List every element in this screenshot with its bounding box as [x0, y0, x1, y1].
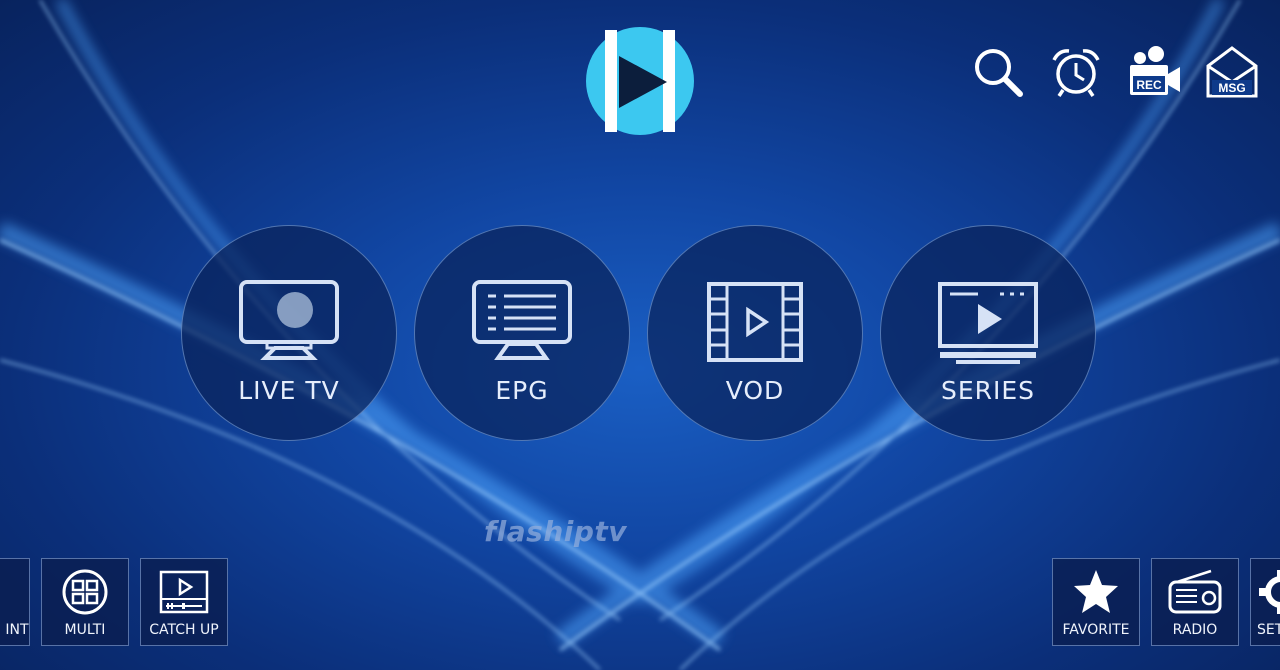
account-label: INT: [5, 622, 29, 638]
tv-icon: [239, 280, 339, 360]
series-button[interactable]: SERIES: [880, 225, 1096, 441]
brand-watermark: flashiptv: [484, 515, 628, 548]
account-user-icon: [0, 568, 10, 616]
record-camera-icon: REC: [1130, 46, 1180, 95]
msg-badge: MSG: [1218, 81, 1245, 95]
radio-icon: [1168, 569, 1222, 614]
catch-up-tile[interactable]: CATCH UP: [140, 558, 228, 646]
epg-list-icon: [472, 280, 572, 360]
search-icon: [975, 49, 1023, 97]
envelope-icon: MSG: [1206, 46, 1258, 98]
radio-label: RADIO: [1172, 622, 1218, 638]
multi-label: MULTI: [64, 622, 106, 638]
star-icon: [1074, 570, 1118, 613]
live-tv-label: LIVE TV: [238, 376, 340, 405]
radio-tile[interactable]: RADIO: [1151, 558, 1239, 646]
vod-label: VOD: [725, 376, 785, 405]
top-toolbar: REC MSG: [970, 44, 1260, 100]
app-logo: [585, 26, 695, 136]
rec-badge: REC: [1136, 78, 1162, 92]
search-button[interactable]: [970, 44, 1026, 100]
live-tv-button[interactable]: LIVE TV: [181, 225, 397, 441]
account-tile[interactable]: INT: [0, 558, 30, 646]
record-button[interactable]: REC: [1126, 44, 1182, 100]
epg-label: EPG: [495, 376, 549, 405]
catch-up-label: CATCH UP: [149, 622, 219, 638]
play-logo-icon: [586, 27, 694, 135]
settings-gear-icon: [1259, 570, 1280, 614]
settings-tile[interactable]: SET: [1250, 558, 1280, 646]
epg-button[interactable]: EPG: [414, 225, 630, 441]
catch-up-player-icon: [159, 570, 209, 614]
film-play-icon: [707, 282, 803, 362]
alarm-clock-icon: [1052, 49, 1100, 97]
series-screen-icon: [938, 282, 1038, 364]
messages-button[interactable]: MSG: [1204, 44, 1260, 100]
multi-screen-icon: [62, 569, 108, 615]
multi-tile[interactable]: MULTI: [41, 558, 129, 646]
favorite-label: FAVORITE: [1062, 622, 1130, 638]
vod-button[interactable]: VOD: [647, 225, 863, 441]
series-label: SERIES: [940, 376, 1036, 405]
settings-label: SET: [1257, 622, 1280, 638]
alarm-button[interactable]: [1048, 44, 1104, 100]
favorite-tile[interactable]: FAVORITE: [1052, 558, 1140, 646]
